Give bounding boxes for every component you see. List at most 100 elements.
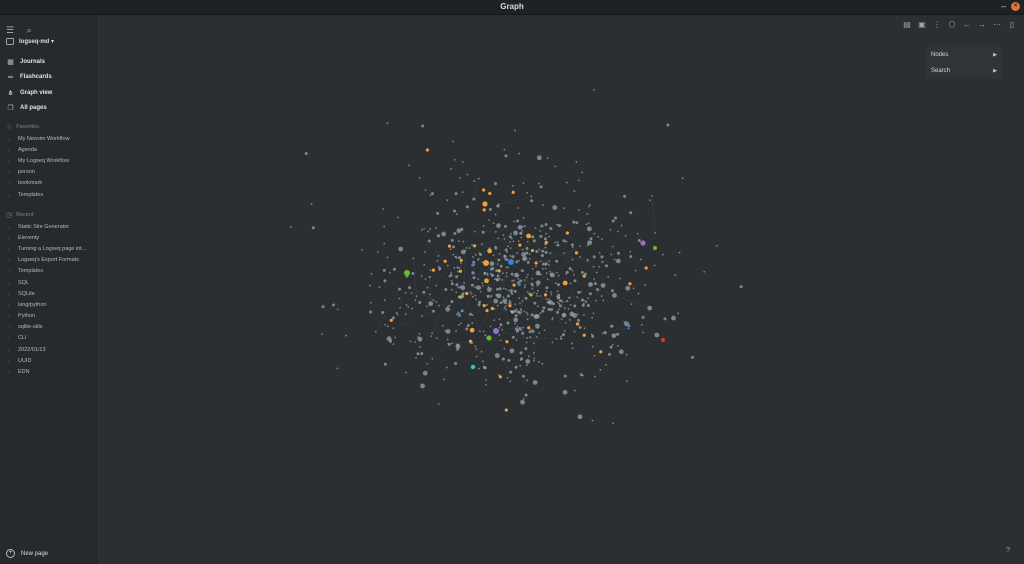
- graph-node[interactable]: [473, 180, 476, 182]
- graph-node[interactable]: [591, 334, 595, 338]
- graph-node[interactable]: [544, 222, 548, 226]
- graph-node[interactable]: [612, 422, 615, 425]
- graph-node[interactable]: [595, 299, 597, 302]
- graph-node[interactable]: [539, 312, 542, 314]
- graph-node[interactable]: [573, 389, 576, 392]
- graph-node[interactable]: [611, 245, 614, 248]
- graph-node[interactable]: [539, 295, 542, 297]
- graph-node[interactable]: [432, 299, 435, 302]
- list-item[interactable]: › My Logseq Workflow: [8, 155, 92, 166]
- graph-node[interactable]: [593, 375, 596, 378]
- graph-node[interactable]: [490, 306, 494, 311]
- graph-node[interactable]: [531, 267, 534, 270]
- graph-node[interactable]: [609, 345, 613, 349]
- graph-node[interactable]: [421, 228, 423, 231]
- graph-node[interactable]: [429, 194, 432, 197]
- graph-node[interactable]: [418, 333, 421, 335]
- graph-node[interactable]: [441, 231, 447, 237]
- graph-node[interactable]: [396, 216, 399, 219]
- graph-node[interactable]: [556, 271, 558, 274]
- graph-node[interactable]: [570, 243, 574, 247]
- graph-node[interactable]: [451, 342, 454, 345]
- graph-node[interactable]: [429, 228, 432, 230]
- graph-node[interactable]: [412, 257, 415, 260]
- graph-node[interactable]: [479, 330, 481, 333]
- graph-node[interactable]: [499, 264, 503, 268]
- graph-node[interactable]: [550, 291, 552, 294]
- graph-node[interactable]: [585, 223, 588, 226]
- graph-node[interactable]: [504, 248, 508, 252]
- graph-node[interactable]: [611, 344, 614, 346]
- graph-node[interactable]: [378, 286, 381, 289]
- sidebar-item-flashcards[interactable]: ∞ Flashcards: [6, 70, 52, 86]
- graph-node[interactable]: [592, 265, 595, 268]
- graph-node[interactable]: [691, 355, 695, 359]
- graph-node[interactable]: [533, 352, 535, 354]
- graph-node[interactable]: [607, 275, 610, 278]
- graph-node[interactable]: [644, 284, 647, 286]
- graph-node[interactable]: [562, 239, 566, 243]
- graph-node[interactable]: [539, 260, 542, 263]
- graph-node[interactable]: [563, 374, 567, 378]
- graph-node[interactable]: [556, 301, 559, 304]
- graph-node[interactable]: [503, 347, 506, 350]
- graph-node[interactable]: [462, 240, 465, 243]
- graph-node[interactable]: [525, 246, 529, 250]
- graph-node[interactable]: [551, 318, 554, 321]
- graph-node[interactable]: [650, 195, 653, 197]
- graph-node[interactable]: [542, 267, 544, 270]
- graph-node[interactable]: [482, 284, 484, 287]
- graph-node[interactable]: [455, 213, 458, 216]
- graph-node[interactable]: [520, 269, 524, 273]
- cube-icon[interactable]: ⬡: [948, 20, 956, 29]
- graph-node[interactable]: [517, 277, 520, 280]
- graph-node[interactable]: [469, 291, 472, 293]
- graph-node[interactable]: [447, 342, 450, 345]
- graph-node[interactable]: [582, 333, 586, 337]
- graph-node[interactable]: [523, 279, 526, 281]
- graph-node[interactable]: [526, 233, 531, 239]
- graph-node[interactable]: [526, 364, 528, 367]
- graph-node[interactable]: [431, 332, 433, 335]
- graph-node[interactable]: [451, 245, 455, 249]
- graph-node[interactable]: [454, 192, 458, 196]
- graph-node[interactable]: [383, 299, 386, 302]
- graph-node[interactable]: [455, 313, 458, 316]
- close-icon[interactable]: ×: [1011, 2, 1020, 11]
- graph-node[interactable]: [336, 367, 339, 370]
- graph-node[interactable]: [424, 278, 427, 280]
- graph-node[interactable]: [404, 291, 407, 294]
- graph-node[interactable]: [502, 234, 505, 236]
- graph-node[interactable]: [535, 250, 539, 254]
- graph-node[interactable]: [526, 240, 529, 243]
- graph-node[interactable]: [473, 286, 476, 289]
- graph-node[interactable]: [494, 213, 497, 216]
- graph-node[interactable]: [562, 300, 564, 303]
- graph-node[interactable]: [601, 261, 604, 263]
- graph-node[interactable]: [579, 255, 582, 258]
- graph-node[interactable]: [521, 331, 525, 335]
- graph-node[interactable]: [420, 383, 425, 389]
- graph-node[interactable]: [522, 217, 525, 219]
- graph-node[interactable]: [517, 224, 523, 230]
- graph-node[interactable]: [455, 291, 458, 294]
- graph-node[interactable]: [653, 246, 657, 250]
- graph-node[interactable]: [520, 236, 523, 239]
- graph-node[interactable]: [488, 219, 490, 221]
- graph-node[interactable]: [545, 298, 548, 300]
- graph-node[interactable]: [496, 274, 500, 278]
- graph-node[interactable]: [507, 245, 510, 248]
- recent-header[interactable]: ◷ Recent: [6, 211, 34, 219]
- list-item[interactable]: › CLI: [8, 333, 92, 344]
- graph-node[interactable]: [509, 232, 512, 235]
- graph-node[interactable]: [642, 331, 644, 334]
- graph-node[interactable]: [470, 292, 473, 295]
- graph-node[interactable]: [535, 265, 537, 268]
- graph-node[interactable]: [554, 282, 557, 285]
- graph-node[interactable]: [468, 247, 471, 250]
- graph-node[interactable]: [481, 230, 485, 234]
- list-item[interactable]: › Templates: [8, 189, 92, 200]
- graph-node[interactable]: [558, 308, 560, 311]
- graph-node[interactable]: [514, 314, 518, 318]
- graph-node[interactable]: [408, 164, 410, 167]
